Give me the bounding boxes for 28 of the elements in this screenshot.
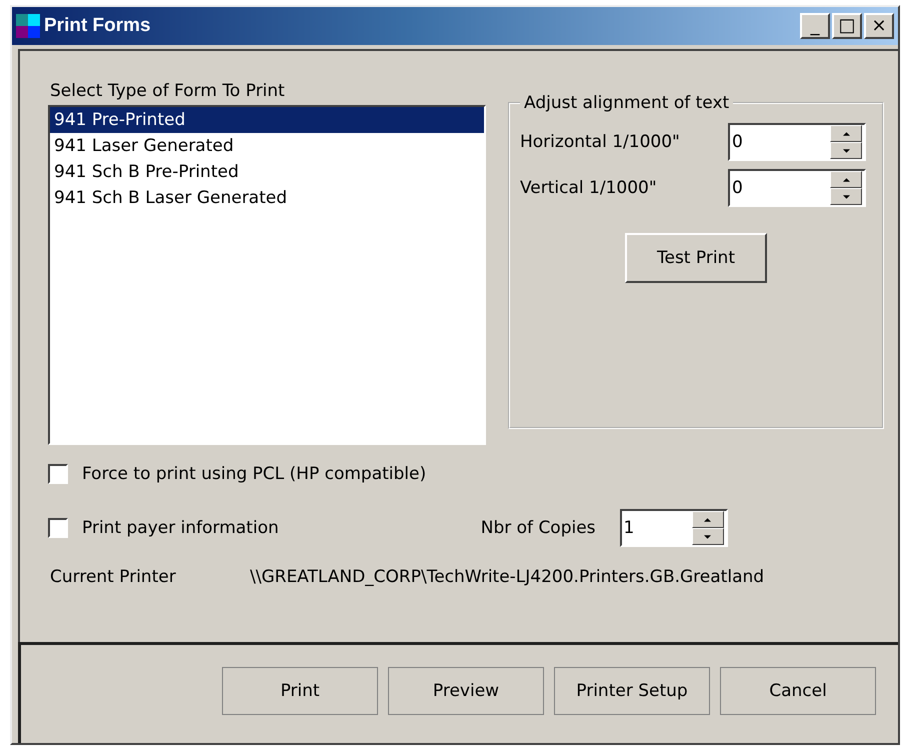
app-icon	[16, 14, 40, 38]
window-control-button[interactable]: ×	[864, 13, 894, 39]
spin-field[interactable]: 0	[728, 169, 866, 207]
checkbox-label: Force to print using PCL (HP compatible)	[82, 464, 426, 484]
list-item[interactable]: 941 Sch B Pre-Printed	[50, 159, 484, 185]
copies-label: Nbr of Copies	[480, 518, 596, 538]
window-control-button[interactable]: _	[800, 13, 830, 39]
window-title: Print Forms	[44, 15, 151, 37]
printer-path: \\GREATLAND_CORP\TechWrite-LJ4200.Printers.GB.Greatland	[250, 567, 764, 587]
list-item[interactable]: 941 Pre-Printed	[50, 107, 484, 133]
printer-label: Current Printer	[50, 567, 177, 587]
list-label: Select Type of Form To Print	[50, 81, 286, 101]
dialog-button[interactable]: Cancel	[720, 667, 876, 715]
field-label: Vertical 1/1000"	[520, 178, 658, 198]
checkbox-label: Print payer information	[82, 518, 279, 538]
dialog-button[interactable]: Preview	[388, 667, 544, 715]
group-title: Adjust alignment of text	[523, 93, 730, 113]
copies-spin-field[interactable]: 1	[620, 509, 728, 547]
test-print-button[interactable]: Test Print	[625, 233, 767, 283]
field-label: Horizontal 1/1000"	[520, 132, 681, 152]
spin-field[interactable]: 0	[728, 123, 866, 161]
list-item[interactable]: 941 Sch B Laser Generated	[50, 185, 484, 211]
window-control-button[interactable]: □	[832, 13, 862, 39]
list-item[interactable]: 941 Laser Generated	[50, 133, 484, 159]
dialog-button[interactable]: Printer Setup	[554, 667, 710, 715]
checkbox[interactable]	[48, 518, 68, 538]
checkbox[interactable]	[48, 464, 68, 484]
dialog-button[interactable]: Print	[222, 667, 378, 715]
